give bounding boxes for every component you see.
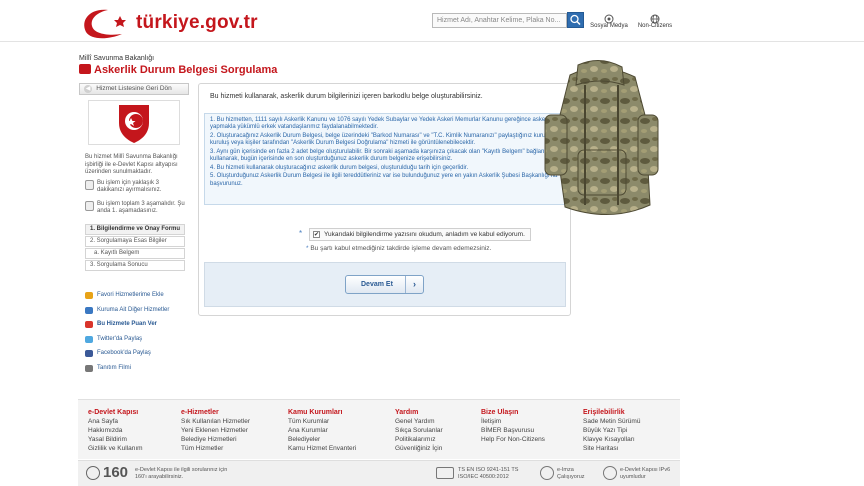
eimza-icon: [540, 466, 554, 480]
note-4: 4. Bu hizmeti kullanarak oluşturacağınız…: [210, 164, 469, 171]
footer-link[interactable]: Site Haritası: [583, 444, 640, 453]
footer-link[interactable]: Kamu Hizmet Envanteri: [288, 444, 356, 453]
footer-col-kurumlar: Kamu Kurumları Tüm Kurumlar Ana Kurumlar…: [288, 409, 357, 453]
step-1: 1. Bilgilendirme ve Onay Formu: [85, 224, 185, 235]
eimza-text: e-Imza Çalışıyoruz: [557, 467, 585, 480]
step-list: 1. Bilgilendirme ve Onay Formu 2. Sorgul…: [85, 224, 185, 272]
ministry-emblem-icon: [119, 105, 149, 143]
footer-link[interactable]: Sık Kullanılan Hizmetler: [181, 417, 250, 426]
footer-link[interactable]: Belediyeler: [288, 435, 356, 444]
facebook-share-link[interactable]: Facebook'da Paylaş: [85, 349, 185, 364]
footer-link[interactable]: Yeni Eklenen Hizmetler: [181, 426, 250, 435]
info-time: Bu işlem için yaklaşık 3 dakikanızı ayır…: [85, 180, 187, 196]
intro-text: Bu hizmeti kullanarak, askerlik durum bi…: [210, 93, 483, 100]
footer-col-edevlet: e-Devlet Kapısı Ana Sayfa Hakkımızda Yas…: [88, 409, 143, 453]
service-description: Bu hizmet Millî Savunma Bakanlığı işbirl…: [85, 154, 178, 175]
info-steps: Bu işlem toplam 3 aşamalıdır. Şu anda 1.…: [85, 201, 187, 217]
other-services-link[interactable]: Kuruma Ait Diğer Hizmetler: [85, 306, 185, 321]
footer-col-iletisim: Bize Ulaşın İletişim BİMER Başvurusu Hel…: [481, 409, 545, 444]
footer-link[interactable]: Tüm Kurumlar: [288, 417, 356, 426]
sidebar-links: Favori Hizmetlerime Ekle Kuruma Ait Diğe…: [85, 291, 185, 378]
warning-text: * Bu şartı kabul etmediğiniz takdirde iş…: [306, 245, 492, 252]
arrow-right-icon: ›: [405, 276, 423, 293]
footer-link[interactable]: Sıkça Sorulanlar: [395, 426, 443, 435]
footer-col-ehizmetler: e-Hizmetler Sık Kullanılan Hizmetler Yen…: [181, 409, 250, 453]
footer-link[interactable]: Genel Yardım: [395, 417, 443, 426]
search-icon: [570, 14, 581, 26]
footer-link[interactable]: İletişim: [481, 417, 545, 426]
film-icon: [85, 364, 93, 372]
footer-link[interactable]: Belediye Hizmetleri: [181, 435, 250, 444]
rate-icon: [85, 321, 93, 328]
footer-link[interactable]: Güvenliğiniz İçin: [395, 444, 443, 453]
notes-box: 1. Bu hizmetten, 1111 sayılı Askerlik Ka…: [204, 113, 566, 205]
building-icon: [85, 306, 93, 314]
promo-video-link[interactable]: Tanıtım Filmi: [85, 364, 185, 379]
service-icon: [79, 64, 91, 74]
footer-link[interactable]: Hakkımızda: [88, 426, 143, 435]
non-citizens-link[interactable]: Non-Citizens: [635, 23, 675, 29]
agree-label: Yukarıdaki bilgilendirme yazısını okudum…: [324, 231, 525, 238]
footer-link[interactable]: Yasal Bildirim: [88, 435, 143, 444]
note-5: 5. Oluşturduğunuz Askerlik Durum Belgesi…: [210, 173, 558, 187]
star-icon: [85, 292, 93, 299]
page-title: Askerlik Durum Belgesi Sorgulama: [79, 64, 277, 76]
add-favorite-link[interactable]: Favori Hizmetlerime Ekle: [85, 291, 185, 306]
footer: e-Devlet Kapısı Ana Sayfa Hakkımızda Yas…: [78, 399, 680, 459]
ipv6-icon: [603, 466, 617, 480]
required-star: *: [299, 229, 303, 238]
ministry-name[interactable]: Millî Savunma Bakanlığı: [79, 55, 154, 62]
callcenter-text: e-Devlet Kapısı ile ilgili sorularınız i…: [135, 467, 228, 480]
twitter-share-link[interactable]: Twitter'da Paylaş: [85, 335, 185, 350]
footer-link[interactable]: Ana Kurumlar: [288, 426, 356, 435]
step-3: 3. Sorgulama Sonucu: [85, 260, 185, 271]
footer-link[interactable]: Sade Metin Sürümü: [583, 417, 640, 426]
search-button[interactable]: [567, 12, 584, 28]
note-2: 2. Oluşturacağınız Askerlik Durum Belges…: [210, 132, 552, 147]
iso-text: TS EN ISO 9241-151 TS ISO/IEC 40500:2012: [458, 467, 519, 480]
footer-link[interactable]: Gizlilik ve Kullanım: [88, 444, 143, 453]
footer-link[interactable]: Tüm Hizmetler: [181, 444, 250, 453]
logo-swirl-icon: [84, 9, 126, 39]
facebook-icon: [85, 350, 93, 357]
note-3: 3. Aynı gün içerisinde en fazla 2 adet b…: [210, 148, 558, 163]
footer-bottom: 160 e-Devlet Kapısı ile ilgili soruların…: [78, 460, 680, 486]
continue-button[interactable]: Devam Et ›: [345, 275, 424, 294]
footer-col-erisilebilirlik: Erişilebilirlik Sade Metin Sürümü Büyük …: [583, 409, 641, 453]
agree-checkbox[interactable]: ✔: [313, 231, 320, 238]
footer-col-yardim: Yardım Genel Yardım Sıkça Sorulanlar Pol…: [395, 409, 443, 453]
phone-icon: [86, 466, 100, 480]
iso-icon: [436, 467, 454, 479]
back-to-services-button[interactable]: ◀ Hizmet Listesine Geri Dön: [79, 83, 189, 95]
clock-icon: [85, 180, 94, 190]
agree-checkbox-row[interactable]: ✔ Yukarıdaki bilgilendirme yazısını okud…: [309, 228, 531, 241]
social-media-link[interactable]: Sosyal Medya: [589, 23, 629, 29]
brand-text: türkiye.gov.tr: [136, 12, 258, 33]
ipv6-text: e-Devlet Kapısı IPv6 uyumludur: [620, 467, 671, 480]
backpack-image: [540, 55, 660, 225]
search-input[interactable]: Hizmet Adı, Anahtar Kelime, Plaka No...: [432, 13, 567, 28]
footer-link[interactable]: BİMER Başvurusu: [481, 426, 545, 435]
logo[interactable]: türkiye.gov.tr: [78, 6, 278, 40]
footer-link[interactable]: Politikalarımız: [395, 435, 443, 444]
footer-link[interactable]: Klavye Kısayolları: [583, 435, 640, 444]
twitter-icon: [85, 335, 93, 343]
callcenter-number: 160: [103, 464, 129, 481]
steps-icon: [85, 201, 94, 211]
note-1: 1. Bu hizmetten, 1111 sayılı Askerlik Ka…: [210, 117, 553, 131]
step-2: 2. Sorgulamaya Esas Bilgiler: [85, 236, 185, 247]
back-arrow-icon: ◀: [84, 85, 92, 93]
rate-service-link[interactable]: Bu Hizmete Puan Ver: [85, 320, 185, 335]
footer-link[interactable]: Büyük Yazı Tipi: [583, 426, 640, 435]
footer-link[interactable]: Help For Non-Citizens: [481, 435, 545, 444]
ministry-emblem: [88, 100, 180, 145]
step-2a: a. Kayıtlı Belgem: [85, 248, 185, 259]
footer-link[interactable]: Ana Sayfa: [88, 417, 143, 426]
